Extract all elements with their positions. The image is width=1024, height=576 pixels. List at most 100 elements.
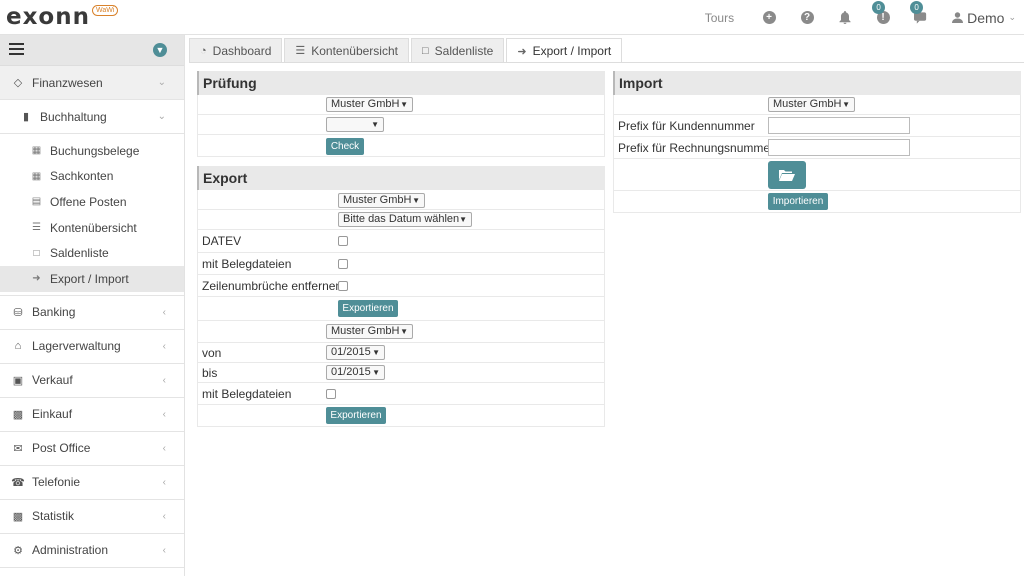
file-upload-button[interactable]: [768, 161, 806, 189]
bis-select[interactable]: 01/2015 ▼: [326, 365, 385, 380]
sidebar-item-label: Buchhaltung: [40, 109, 107, 124]
chevron-left-icon: ‹: [162, 476, 166, 488]
sidebar-item-sachkonten[interactable]: ▦ Sachkonten: [0, 164, 184, 190]
sidebar-item-telefonie[interactable]: ☎ Telefonie ‹: [0, 466, 184, 500]
export-date-select[interactable]: Bitte das Datum wählen ▼: [338, 212, 472, 227]
sidebar-item-einkauf[interactable]: ▩ Einkauf ‹: [0, 398, 184, 432]
logo-text: exonn: [6, 4, 90, 30]
chevron-left-icon: ‹: [162, 408, 166, 420]
truck-icon: ▩: [12, 408, 24, 421]
import-title: Import: [613, 71, 1021, 95]
file-icon: □: [33, 247, 40, 259]
export-belege-row: mit Belegdateien: [197, 253, 605, 275]
list-icon: ☰: [32, 222, 41, 234]
sidebar-item-finanzwesen[interactable]: ◇ Finanzwesen ⌄: [0, 66, 184, 100]
bell-icon[interactable]: [838, 11, 852, 25]
import-kunden-row: Prefix für Kundennummer: [613, 115, 1021, 137]
sidebar-item-verkauf[interactable]: ▣ Verkauf ‹: [0, 364, 184, 398]
sidebar-item-buchungsbelege[interactable]: ▦ Buchungsbelege: [0, 138, 184, 164]
dropdown-arrow-icon: ▼: [371, 120, 379, 129]
import-rechnung-row: Prefix für Rechnungsnummer: [613, 137, 1021, 159]
export-panel: Export Muster GmbH ▼ Bitte das Datum wähl…: [197, 166, 605, 427]
sidebar-item-label: Sachkonten: [50, 169, 114, 184]
export-button[interactable]: Exportieren: [338, 300, 398, 317]
tab-divider: [189, 62, 1024, 63]
von-select[interactable]: 01/2015 ▼: [326, 345, 385, 360]
sidebar-item-statistik[interactable]: ▩ Statistik ‹: [0, 500, 184, 534]
pruefung-second-select[interactable]: ▼: [326, 117, 384, 132]
mit-belegdateien2-checkbox[interactable]: [326, 389, 336, 399]
export2-button[interactable]: Exportieren: [326, 407, 386, 424]
import-button[interactable]: Importieren: [768, 193, 828, 210]
mit-belegdateien-checkbox[interactable]: [338, 259, 348, 269]
app-logo[interactable]: exonn WaWi: [6, 3, 119, 31]
sidebar-item-label: Finanzwesen: [32, 75, 103, 90]
chevron-down-icon: ⌄: [157, 111, 166, 122]
prefix-kunden-label: Prefix für Kundennummer: [618, 119, 755, 133]
sidebar-item-export-import[interactable]: ➜ Export / Import: [0, 265, 184, 292]
pruefung-company-row: Muster GmbH ▼: [197, 95, 605, 115]
sidebar-sublist: ▦ Buchungsbelege ▦ Sachkonten ▤ Offene P…: [0, 134, 184, 296]
sidebar-item-label: Buchungsbelege: [50, 143, 140, 158]
sidebar-top: ▼: [0, 35, 184, 66]
export-company-select[interactable]: Muster GmbH ▼: [338, 193, 425, 208]
user-name: Demo: [967, 9, 1005, 26]
sidebar-item-offene-posten[interactable]: ▤ Offene Posten: [0, 189, 184, 215]
sidebar-item-kontenuebersicht[interactable]: ☰ Kontenübersicht: [0, 215, 184, 241]
arrow-circle-icon: ➜: [517, 45, 527, 58]
datev-label: DATEV: [202, 234, 242, 248]
prefix-kunden-input[interactable]: [768, 117, 910, 134]
dropdown-arrow-icon: ▼: [412, 196, 420, 205]
tab-bar: ◔ Dashboard ☰ Kontenübersicht □ Saldenli…: [189, 38, 624, 63]
pruefung-company-select[interactable]: Muster GmbH ▼: [326, 97, 413, 112]
tab-dashboard[interactable]: ◔ Dashboard: [189, 38, 283, 62]
envelope-icon: ✉: [13, 442, 23, 455]
tab-export-import[interactable]: ➜ Export / Import: [506, 38, 623, 63]
zeilenumbrueche-checkbox[interactable]: [338, 281, 348, 291]
sidebar-item-post-office[interactable]: ✉ Post Office ‹: [0, 432, 184, 466]
zeilenumbrueche-label: Zeilenumbrüche entfernen: [202, 279, 343, 293]
dropdown-arrow-icon: ▼: [400, 327, 408, 336]
chevron-left-icon: ‹: [162, 374, 166, 386]
tab-kontenuebersicht[interactable]: ☰ Kontenübersicht: [284, 38, 409, 62]
pruefung-check-row: Check: [197, 135, 605, 157]
tag-icon: ◇: [13, 77, 23, 89]
prefix-rechnung-label: Prefix für Rechnungsnummer: [618, 141, 775, 155]
dropdown-arrow-icon: ▼: [842, 100, 850, 109]
user-menu[interactable]: Demo ⌄: [952, 10, 1016, 26]
export-title: Export: [197, 166, 605, 190]
import-button-row: Importieren: [613, 191, 1021, 213]
add-icon[interactable]: +: [762, 11, 776, 25]
select-value: Muster GmbH: [773, 98, 842, 110]
tab-label: Dashboard: [212, 43, 272, 58]
tab-saldenliste[interactable]: □ Saldenliste: [410, 38, 505, 62]
book-open-icon: ▤: [31, 196, 42, 208]
sidebar-item-label: Post Office: [32, 441, 91, 456]
pruefung-panel: Prüfung Muster GmbH ▼ ▼ Check: [197, 71, 605, 157]
arrow-down-circle-icon[interactable]: ▼: [153, 43, 167, 57]
help-icon[interactable]: ?: [800, 11, 814, 25]
sidebar-item-saldenliste[interactable]: □ Saldenliste: [0, 240, 184, 266]
sidebar-item-label: Verkauf: [32, 373, 73, 388]
mit-belegdateien-label: mit Belegdateien: [202, 257, 292, 271]
sidebar-item-administration[interactable]: ⚙ Administration ‹: [0, 534, 184, 568]
sidebar-item-lagerverwaltung[interactable]: ⌂ Lagerverwaltung ‹: [0, 330, 184, 364]
alert-icon[interactable]: ! 0: [872, 0, 890, 25]
import-company-select[interactable]: Muster GmbH ▼: [768, 97, 855, 112]
chat-icon[interactable]: 0: [910, 0, 928, 25]
select-value: Muster GmbH: [331, 325, 400, 337]
check-button[interactable]: Check: [326, 138, 364, 155]
dashboard-icon: ◔: [200, 44, 207, 57]
prefix-rechnung-input[interactable]: [768, 139, 910, 156]
hamburger-icon[interactable]: [9, 43, 24, 56]
datev-checkbox[interactable]: [338, 236, 348, 246]
import-panel: Import Muster GmbH ▼ Prefix für Kundennum…: [613, 71, 1021, 213]
sidebar-item-banking[interactable]: ⛁ Banking ‹: [0, 296, 184, 330]
sidebar-item-label: Export / Import: [50, 271, 129, 286]
sidebar-item-buchhaltung[interactable]: ▮ Buchhaltung ⌄: [0, 100, 184, 134]
sidebar-item-label: Administration: [32, 543, 109, 558]
export-belege2-row: mit Belegdateien: [197, 383, 605, 405]
export-zeilen-row: Zeilenumbrüche entfernen: [197, 275, 605, 297]
export2-company-select[interactable]: Muster GmbH ▼: [326, 324, 413, 339]
tours-link[interactable]: Tours: [705, 11, 734, 25]
